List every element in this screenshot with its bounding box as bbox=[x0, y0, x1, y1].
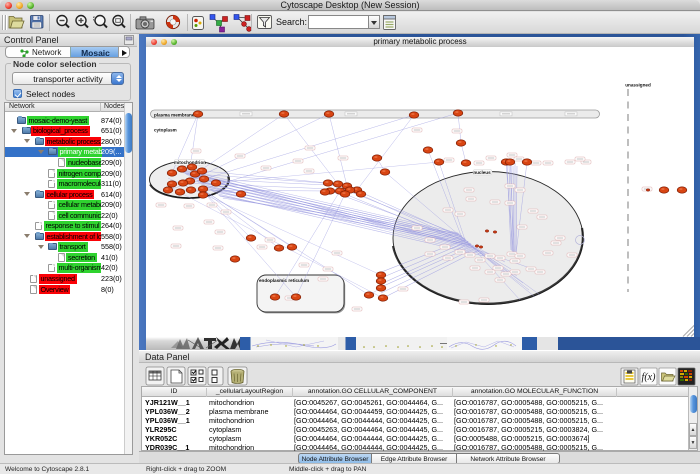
svg-text:unassigned: unassigned bbox=[625, 83, 651, 88]
svg-text:f(x): f(x) bbox=[642, 372, 657, 383]
svg-text:endoplasmic reticulum: endoplasmic reticulum bbox=[259, 278, 309, 283]
svg-text:cytoplasm: cytoplasm bbox=[154, 128, 177, 133]
svg-text:nucleus: nucleus bbox=[473, 170, 491, 175]
svg-text:plasma membrane: plasma membrane bbox=[154, 112, 195, 117]
